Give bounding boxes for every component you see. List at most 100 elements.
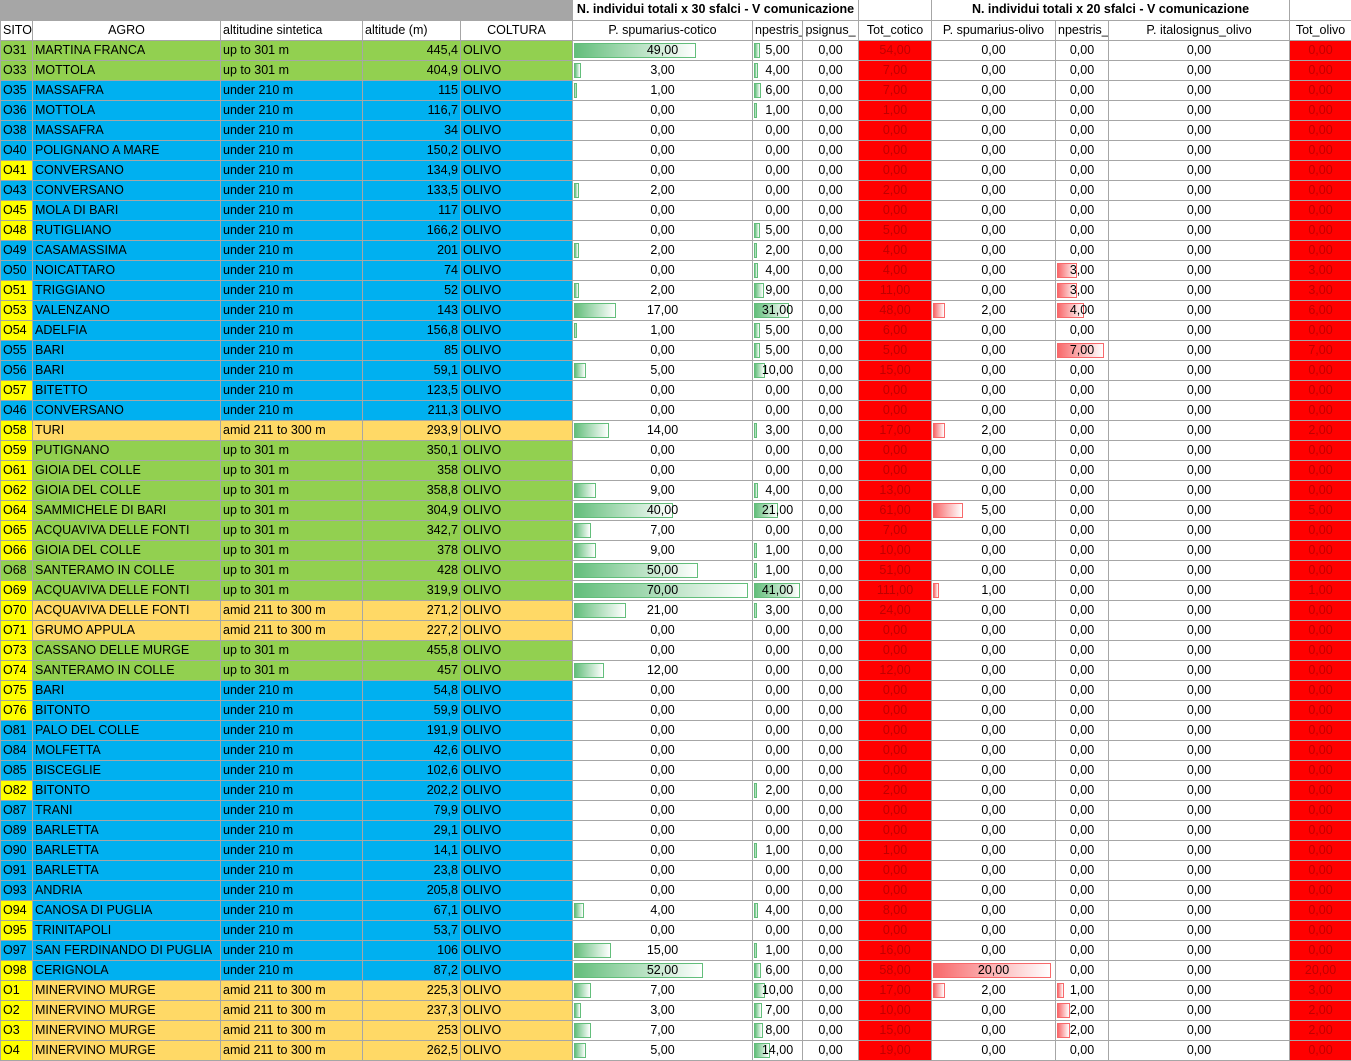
cell-tot-cotico[interactable]: 0,00 <box>858 199 933 221</box>
cell-altitude-m[interactable]: 304,9 <box>362 499 461 521</box>
cell-altitude-m[interactable]: 59,1 <box>362 359 461 381</box>
cell-agro[interactable]: CANOSA DI PUGLIA <box>32 899 221 921</box>
cell-sito[interactable]: O61 <box>0 459 33 481</box>
cell-altitude-m[interactable]: 54,8 <box>362 679 461 701</box>
cell-agro[interactable]: ADELFIA <box>32 319 221 341</box>
cell-agro[interactable]: GIOIA DEL COLLE <box>32 539 221 561</box>
cell-agro[interactable]: ACQUAVIVA DELLE FONTI <box>32 599 221 621</box>
cell-tot-olivo[interactable]: 0,00 <box>1289 559 1351 581</box>
cell-coltura[interactable]: OLIVO <box>460 499 573 521</box>
cell-altitude-m[interactable]: 166,2 <box>362 219 461 241</box>
cell-tot-olivo[interactable]: 0,00 <box>1289 439 1351 461</box>
cell-campestris-olivo[interactable]: 0,00 <box>1055 939 1110 961</box>
cell-coltura[interactable]: OLIVO <box>460 979 573 1001</box>
cell-coltura[interactable]: OLIVO <box>460 59 573 81</box>
cell-sito[interactable]: O50 <box>0 259 33 281</box>
cell-italosignus-cotico[interactable]: 0,00 <box>801 419 860 441</box>
cell-campestris-cotico[interactable]: 0,00 <box>752 879 803 901</box>
cell-spumarius-olivo[interactable]: 0,00 <box>931 799 1057 821</box>
cell-campestris-cotico[interactable]: 10,00 <box>752 359 803 381</box>
cell-spumarius-cotico[interactable]: 0,00 <box>572 859 753 881</box>
cell-campestris-cotico[interactable]: 6,00 <box>752 959 803 981</box>
cell-spumarius-cotico[interactable]: 0,00 <box>572 739 753 761</box>
cell-italosignus-olivo[interactable]: 0,00 <box>1108 339 1291 361</box>
cell-campestris-cotico[interactable]: 2,00 <box>752 239 803 261</box>
cell-italosignus-cotico[interactable]: 0,00 <box>801 559 860 581</box>
cell-spumarius-olivo[interactable]: 0,00 <box>931 899 1057 921</box>
cell-agro[interactable]: MASSAFRA <box>32 119 221 141</box>
cell-italosignus-olivo[interactable]: 0,00 <box>1108 599 1291 621</box>
cell-spumarius-cotico[interactable]: 52,00 <box>572 959 753 981</box>
cell-spumarius-cotico[interactable]: 0,00 <box>572 459 753 481</box>
cell-italosignus-cotico[interactable]: 0,00 <box>801 759 860 781</box>
cell-tot-olivo[interactable]: 0,00 <box>1289 879 1351 901</box>
cell-tot-cotico[interactable]: 17,00 <box>858 979 933 1001</box>
cell-tot-olivo[interactable]: 0,00 <box>1289 839 1351 861</box>
cell-italosignus-cotico[interactable]: 0,00 <box>801 899 860 921</box>
cell-campestris-cotico[interactable]: 4,00 <box>752 479 803 501</box>
cell-altitudine[interactable]: up to 301 m <box>220 439 363 461</box>
cell-sito[interactable]: O51 <box>0 279 33 301</box>
cell-campestris-cotico[interactable]: 5,00 <box>752 219 803 241</box>
cell-italosignus-cotico[interactable]: 0,00 <box>801 659 860 681</box>
cell-altitude-m[interactable]: 133,5 <box>362 179 461 201</box>
cell-agro[interactable]: PUTIGNANO <box>32 439 221 461</box>
cell-tot-olivo[interactable]: 0,00 <box>1289 359 1351 381</box>
cell-tot-cotico[interactable]: 0,00 <box>858 119 933 141</box>
cell-spumarius-cotico[interactable]: 2,00 <box>572 179 753 201</box>
cell-agro[interactable]: CASAMASSIMA <box>32 239 221 261</box>
cell-altitude-m[interactable]: 271,2 <box>362 599 461 621</box>
cell-spumarius-cotico[interactable]: 0,00 <box>572 259 753 281</box>
cell-agro[interactable]: SANTERAMO IN COLLE <box>32 559 221 581</box>
cell-sito[interactable]: O65 <box>0 519 33 541</box>
cell-altitude-m[interactable]: 23,8 <box>362 859 461 881</box>
cell-altitudine[interactable]: amid 211 to 300 m <box>220 419 363 441</box>
cell-italosignus-olivo[interactable]: 0,00 <box>1108 939 1291 961</box>
cell-agro[interactable]: MOLA DI BARI <box>32 199 221 221</box>
cell-italosignus-olivo[interactable]: 0,00 <box>1108 259 1291 281</box>
cell-italosignus-cotico[interactable]: 0,00 <box>801 299 860 321</box>
cell-italosignus-cotico[interactable]: 0,00 <box>801 879 860 901</box>
cell-italosignus-cotico[interactable]: 0,00 <box>801 479 860 501</box>
cell-altitude-m[interactable]: 262,5 <box>362 1039 461 1061</box>
cell-italosignus-olivo[interactable]: 0,00 <box>1108 459 1291 481</box>
cell-spumarius-olivo[interactable]: 0,00 <box>931 319 1057 341</box>
cell-spumarius-cotico[interactable]: 0,00 <box>572 799 753 821</box>
cell-spumarius-cotico[interactable]: 14,00 <box>572 419 753 441</box>
cell-campestris-cotico[interactable]: 0,00 <box>752 799 803 821</box>
cell-italosignus-cotico[interactable]: 0,00 <box>801 499 860 521</box>
cell-tot-cotico[interactable]: 54,00 <box>858 39 933 61</box>
cell-agro[interactable]: GRUMO APPULA <box>32 619 221 641</box>
cell-campestris-olivo[interactable]: 0,00 <box>1055 1039 1110 1061</box>
cell-campestris-cotico[interactable]: 0,00 <box>752 859 803 881</box>
cell-altitudine[interactable]: under 210 m <box>220 279 363 301</box>
cell-italosignus-olivo[interactable]: 0,00 <box>1108 699 1291 721</box>
cell-altitudine[interactable]: amid 211 to 300 m <box>220 619 363 641</box>
cell-italosignus-olivo[interactable]: 0,00 <box>1108 719 1291 741</box>
cell-coltura[interactable]: OLIVO <box>460 339 573 361</box>
cell-italosignus-olivo[interactable]: 0,00 <box>1108 279 1291 301</box>
group-header-spacer[interactable] <box>858 0 933 21</box>
cell-spumarius-olivo[interactable]: 5,00 <box>931 499 1057 521</box>
cell-spumarius-olivo[interactable]: 0,00 <box>931 619 1057 641</box>
cell-spumarius-cotico[interactable]: 0,00 <box>572 619 753 641</box>
cell-tot-cotico[interactable]: 1,00 <box>858 839 933 861</box>
cell-tot-olivo[interactable]: 2,00 <box>1289 419 1351 441</box>
cell-italosignus-cotico[interactable]: 0,00 <box>801 959 860 981</box>
cell-agro[interactable]: SAMMICHELE DI BARI <box>32 499 221 521</box>
cell-tot-cotico[interactable]: 0,00 <box>858 919 933 941</box>
cell-tot-olivo[interactable]: 0,00 <box>1289 179 1351 201</box>
cell-campestris-cotico[interactable]: 0,00 <box>752 179 803 201</box>
cell-italosignus-olivo[interactable]: 0,00 <box>1108 779 1291 801</box>
cell-tot-olivo[interactable]: 0,00 <box>1289 1039 1351 1061</box>
cell-sito[interactable]: O89 <box>0 819 33 841</box>
cell-tot-olivo[interactable]: 0,00 <box>1289 219 1351 241</box>
cell-altitudine[interactable]: under 210 m <box>220 179 363 201</box>
cell-italosignus-olivo[interactable]: 0,00 <box>1108 379 1291 401</box>
cell-tot-olivo[interactable]: 0,00 <box>1289 159 1351 181</box>
cell-altitude-m[interactable]: 116,7 <box>362 99 461 121</box>
cell-sito[interactable]: O31 <box>0 39 33 61</box>
cell-italosignus-olivo[interactable]: 0,00 <box>1108 659 1291 681</box>
cell-coltura[interactable]: OLIVO <box>460 559 573 581</box>
cell-altitudine[interactable]: amid 211 to 300 m <box>220 1039 363 1061</box>
